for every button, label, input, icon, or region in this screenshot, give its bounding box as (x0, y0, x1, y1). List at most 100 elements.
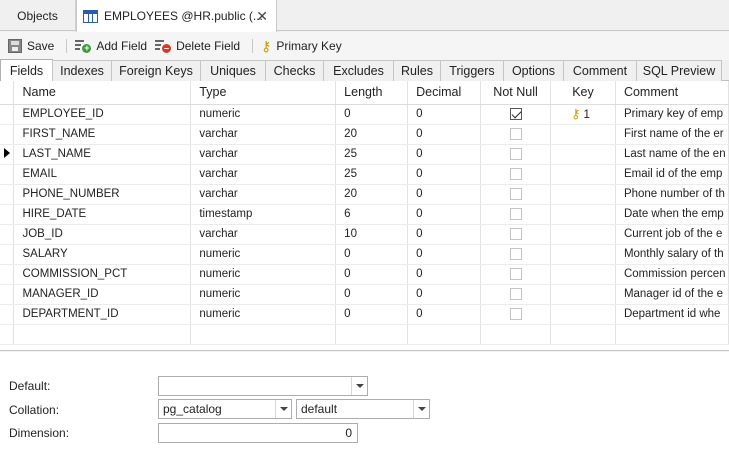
cell-decimal[interactable]: 0 (407, 244, 482, 265)
collation-combobox[interactable]: default (296, 399, 430, 419)
cell-comment[interactable]: Manager id of the e (615, 284, 729, 305)
empty-cell[interactable] (550, 324, 616, 345)
tab-checks[interactable]: Checks (265, 60, 324, 81)
cell-name[interactable]: JOB_ID (13, 224, 192, 245)
row-indicator[interactable] (0, 144, 15, 165)
cell-length[interactable]: 0 (335, 304, 409, 325)
cell-comment[interactable]: Monthly salary of th (615, 244, 729, 265)
cell-decimal[interactable]: 0 (407, 124, 482, 145)
tab-foreign-keys[interactable]: Foreign Keys (111, 60, 201, 81)
cell-key[interactable] (550, 224, 616, 245)
table-row[interactable]: HIRE_DATE timestamp 6 0 Date when the emp (0, 204, 729, 225)
delete-field-button[interactable]: – Delete Field (155, 35, 240, 57)
cell-name[interactable]: MANAGER_ID (13, 284, 192, 305)
table-row[interactable]: EMPLOYEE_ID numeric 0 0 ⚷ 1 Primary key of emp (0, 104, 729, 125)
close-tab-icon[interactable]: ✕ (256, 8, 268, 25)
cell-type[interactable]: varchar (190, 184, 337, 205)
cell-comment[interactable]: Date when the emp (615, 204, 729, 225)
cell-comment[interactable]: Phone number of th (615, 184, 729, 205)
chevron-down-icon[interactable] (413, 400, 429, 418)
tab-triggers[interactable]: Triggers (440, 60, 504, 81)
cell-key[interactable] (550, 304, 616, 325)
chevron-down-icon[interactable] (351, 377, 367, 395)
tab-rules[interactable]: Rules (393, 60, 441, 81)
not-null-checkbox[interactable] (509, 207, 522, 220)
cell-length[interactable]: 20 (335, 184, 409, 205)
table-row[interactable]: LAST_NAME varchar 25 0 Last name of the en (0, 144, 729, 165)
cell-type[interactable]: timestamp (190, 204, 337, 225)
cell-key[interactable] (550, 264, 616, 285)
cell-decimal[interactable]: 0 (407, 204, 482, 225)
not-null-checkbox[interactable] (509, 107, 522, 120)
column-header-not-null[interactable]: Not Null (480, 81, 551, 105)
cell-length[interactable]: 20 (335, 124, 409, 145)
cell-not-null[interactable] (480, 304, 551, 325)
tab-employees-table[interactable]: EMPLOYEES @HR.public (... ✕ (76, 0, 277, 32)
cell-length[interactable]: 25 (335, 164, 409, 185)
cell-not-null[interactable] (480, 184, 551, 205)
row-indicator[interactable] (0, 224, 15, 245)
not-null-checkbox[interactable] (509, 227, 522, 240)
cell-key[interactable] (550, 164, 616, 185)
cell-not-null[interactable] (480, 284, 551, 305)
table-row[interactable]: JOB_ID varchar 10 0 Current job of the e (0, 224, 729, 245)
cell-not-null[interactable] (480, 104, 551, 125)
cell-key[interactable] (550, 284, 616, 305)
empty-cell[interactable] (480, 324, 551, 345)
column-header-key[interactable]: Key (550, 81, 616, 105)
cell-comment[interactable]: Email id of the emp (615, 164, 729, 185)
chevron-down-icon[interactable] (275, 400, 291, 418)
not-null-checkbox[interactable] (509, 247, 522, 260)
cell-name[interactable]: EMAIL (13, 164, 192, 185)
cell-name[interactable]: EMPLOYEE_ID (13, 104, 192, 125)
cell-decimal[interactable]: 0 (407, 144, 482, 165)
table-row[interactable]: SALARY numeric 0 0 Monthly salary of th (0, 244, 729, 265)
cell-name[interactable]: HIRE_DATE (13, 204, 192, 225)
table-row[interactable]: EMAIL varchar 25 0 Email id of the emp (0, 164, 729, 185)
cell-decimal[interactable]: 0 (407, 264, 482, 285)
table-row[interactable]: PHONE_NUMBER varchar 20 0 Phone number of th (0, 184, 729, 205)
table-row[interactable]: FIRST_NAME varchar 20 0 First name of the er (0, 124, 729, 145)
cell-key[interactable]: ⚷ 1 (550, 104, 616, 125)
not-null-checkbox[interactable] (509, 187, 522, 200)
cell-key[interactable] (550, 204, 616, 225)
cell-length[interactable]: 0 (335, 284, 409, 305)
cell-type[interactable]: numeric (190, 304, 337, 325)
column-header-name[interactable]: Name (13, 81, 192, 105)
row-indicator[interactable] (0, 244, 15, 265)
table-row[interactable]: MANAGER_ID numeric 0 0 Manager id of the e (0, 284, 729, 305)
cell-type[interactable]: numeric (190, 264, 337, 285)
tab-comment[interactable]: Comment (563, 60, 637, 81)
cell-comment[interactable]: Current job of the e (615, 224, 729, 245)
cell-not-null[interactable] (480, 264, 551, 285)
row-indicator[interactable] (0, 184, 15, 205)
not-null-checkbox[interactable] (509, 307, 522, 320)
row-indicator[interactable] (0, 124, 15, 145)
cell-type[interactable]: varchar (190, 164, 337, 185)
column-header-comment[interactable]: Comment (615, 81, 729, 105)
cell-not-null[interactable] (480, 164, 551, 185)
cell-not-null[interactable] (480, 204, 551, 225)
cell-key[interactable] (550, 144, 616, 165)
dimension-input[interactable]: 0 (158, 423, 358, 443)
fields-grid[interactable]: Name Type Length Decimal Not Null Key Co… (0, 81, 729, 351)
cell-comment[interactable]: Department id whe (615, 304, 729, 325)
cell-decimal[interactable]: 0 (407, 104, 482, 125)
cell-name[interactable]: SALARY (13, 244, 192, 265)
cell-length[interactable]: 25 (335, 144, 409, 165)
column-header-decimal[interactable]: Decimal (407, 81, 482, 105)
tab-uniques[interactable]: Uniques (200, 60, 266, 81)
cell-type[interactable]: numeric (190, 244, 337, 265)
cell-type[interactable]: varchar (190, 144, 337, 165)
table-row[interactable]: DEPARTMENT_ID numeric 0 0 Department id whe (0, 304, 729, 325)
cell-type[interactable]: varchar (190, 224, 337, 245)
tab-indexes[interactable]: Indexes (52, 60, 112, 81)
cell-name[interactable]: FIRST_NAME (13, 124, 192, 145)
column-header-type[interactable]: Type (190, 81, 337, 105)
row-indicator[interactable] (0, 284, 15, 305)
cell-name[interactable]: DEPARTMENT_ID (13, 304, 192, 325)
cell-not-null[interactable] (480, 224, 551, 245)
cell-decimal[interactable]: 0 (407, 304, 482, 325)
cell-decimal[interactable]: 0 (407, 284, 482, 305)
row-indicator[interactable] (0, 164, 15, 185)
